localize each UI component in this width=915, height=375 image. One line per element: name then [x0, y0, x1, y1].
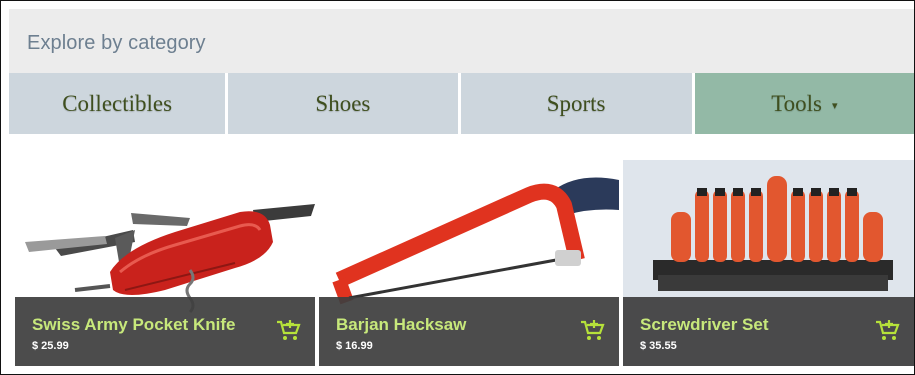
product-name[interactable]: Swiss Army Pocket Knife — [32, 315, 235, 335]
add-to-cart-icon[interactable] — [874, 317, 900, 343]
add-to-cart-icon[interactable] — [275, 317, 301, 343]
product-info-bar: Barjan Hacksaw $ 16.99 — [319, 297, 619, 366]
explore-header: Explore by category — [9, 9, 914, 73]
product-card[interactable]: Barjan Hacksaw $ 16.99 — [319, 160, 619, 366]
add-to-cart-icon[interactable] — [579, 317, 605, 343]
tab-label: Tools — [771, 90, 822, 116]
product-info-bar: Swiss Army Pocket Knife $ 25.99 — [15, 297, 315, 366]
category-explorer: Explore by category Collectibles Shoes S… — [0, 0, 915, 375]
tab-shoes[interactable]: Shoes — [228, 73, 458, 134]
category-tabs: Collectibles Shoes Sports Tools ▾ — [9, 73, 914, 134]
product-name[interactable]: Barjan Hacksaw — [336, 315, 466, 335]
tab-label: Collectibles — [62, 90, 173, 116]
page-title: Explore by category — [27, 32, 206, 54]
product-price: $ 16.99 — [336, 340, 373, 352]
tab-tools[interactable]: Tools ▾ — [694, 73, 914, 134]
product-card[interactable]: Screwdriver Set $ 35.55 — [623, 160, 914, 366]
product-card[interactable]: Swiss Army Pocket Knife $ 25.99 — [15, 160, 315, 366]
tab-collectibles[interactable]: Collectibles — [9, 73, 226, 134]
chevron-down-icon[interactable]: ▾ — [832, 99, 838, 112]
product-name[interactable]: Screwdriver Set — [640, 315, 769, 335]
product-price: $ 25.99 — [32, 340, 69, 352]
product-info-bar: Screwdriver Set $ 35.55 — [623, 297, 914, 366]
product-price: $ 35.55 — [640, 340, 677, 352]
tab-sports[interactable]: Sports — [460, 73, 692, 134]
tab-label: Shoes — [315, 90, 371, 116]
tab-label: Sports — [546, 90, 606, 116]
